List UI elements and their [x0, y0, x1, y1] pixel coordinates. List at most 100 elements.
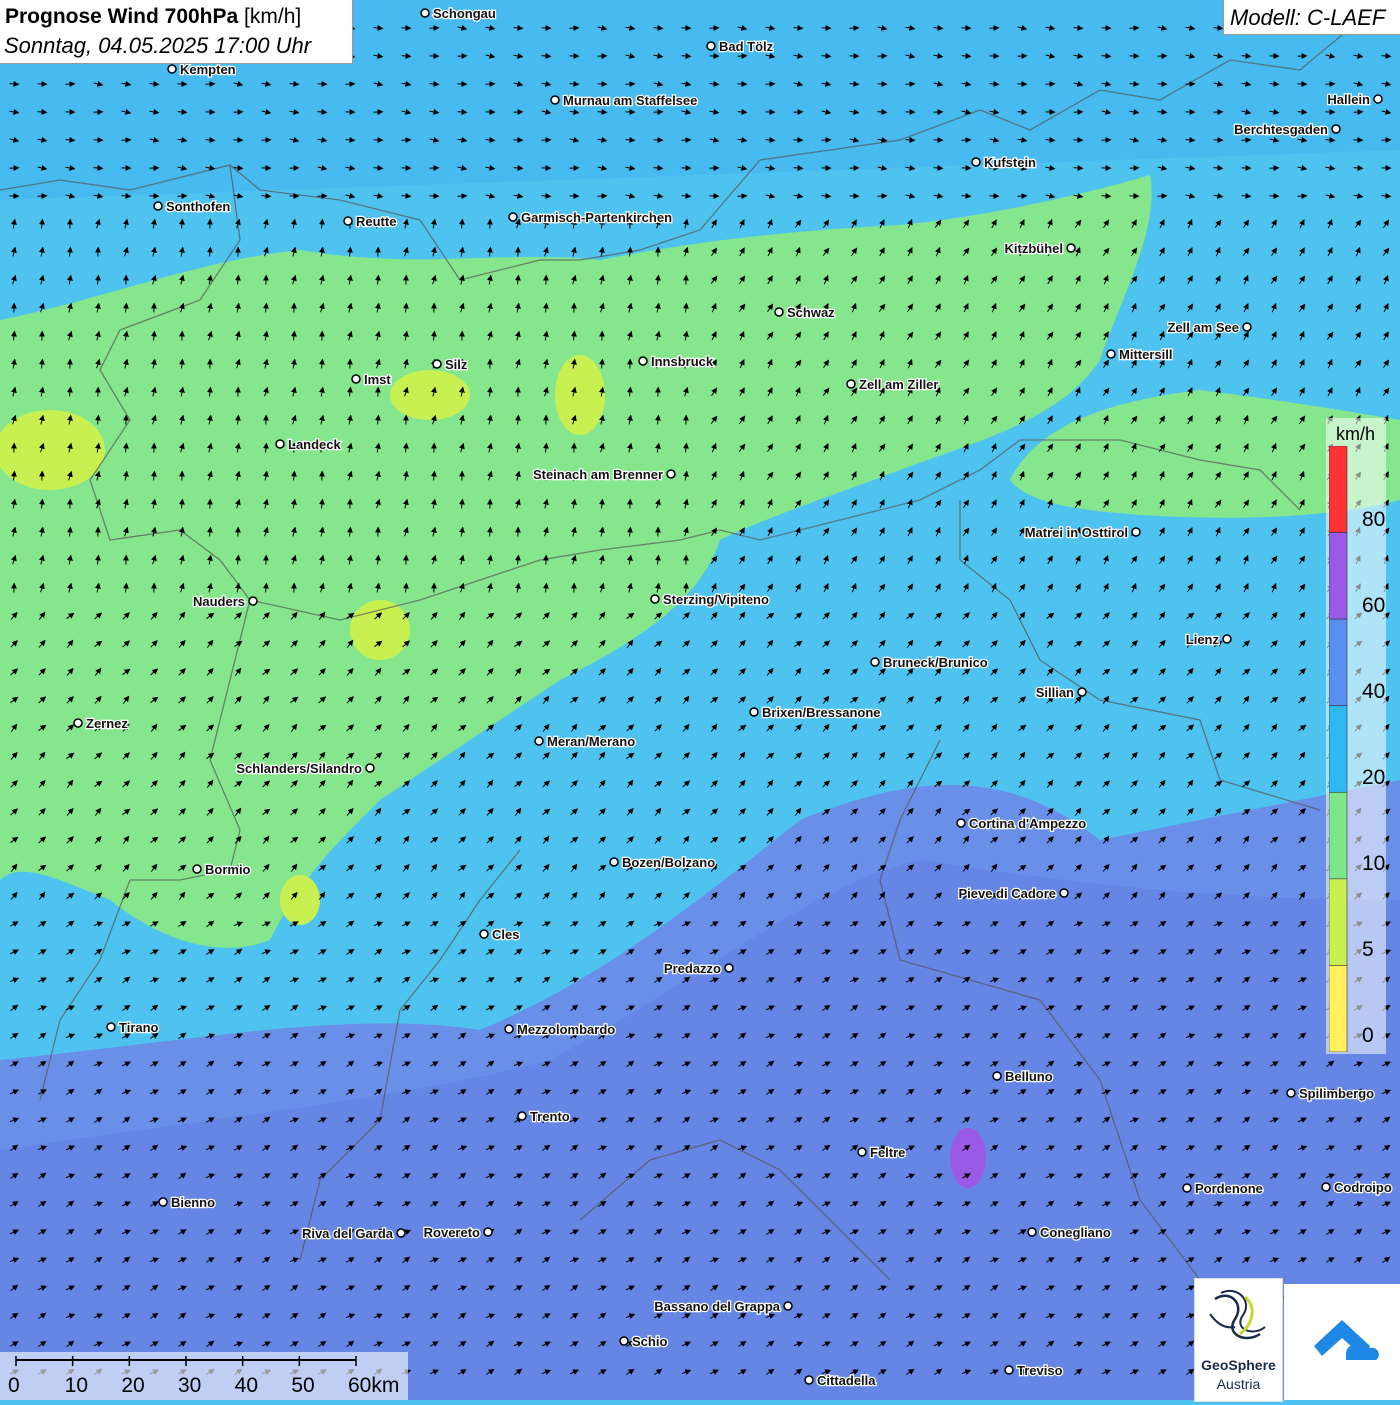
wind-field-5-10-b [390, 370, 470, 420]
city-label: Treviso [1017, 1363, 1063, 1378]
title-unit: [km/h] [244, 5, 301, 28]
city-dot [725, 964, 733, 972]
city-label: Pordenone [1195, 1181, 1263, 1196]
city-label: Silz [445, 357, 468, 372]
city-label: Imst [364, 372, 391, 387]
legend-tick-label: 10 [1362, 852, 1385, 876]
city-label: Schlanders/Silandro [236, 761, 362, 776]
city-label: Schio [632, 1334, 667, 1349]
city-dot [651, 595, 659, 603]
legend-tick-label: 60 [1362, 594, 1385, 618]
city-label: Mezzolombardo [517, 1022, 615, 1037]
city-label: Bruneck/Brunico [883, 655, 988, 670]
legend-color-step [1329, 879, 1347, 966]
city-dot [639, 357, 647, 365]
city-dot [1243, 323, 1251, 331]
legend-tick-label: 40 [1362, 680, 1385, 704]
forecast-datetime: Sonntag, 04.05.2025 17:00 Uhr [4, 33, 311, 59]
city-label: Codroipo [1334, 1180, 1392, 1195]
city-dot [168, 65, 176, 73]
city-dot [610, 858, 618, 866]
city-dot [397, 1229, 405, 1237]
city-label: Bassano del Grappa [654, 1299, 780, 1314]
city-label: Cittadella [817, 1373, 876, 1388]
scale-label: 10 [65, 1374, 88, 1398]
city-label: Nauders [193, 594, 245, 609]
city-label: Sonthofen [166, 199, 230, 214]
legend-color-step [1329, 446, 1347, 533]
city-label: Trento [530, 1109, 570, 1124]
scale-label: 30 [178, 1374, 201, 1398]
city-label: Landeck [288, 437, 342, 452]
geosphere-logo: GeoSphere Austria [1194, 1278, 1283, 1402]
city-label: Pieve di Cadore [958, 886, 1056, 901]
city-label: Cles [492, 927, 519, 942]
wind-field-5-10-d [0, 410, 105, 490]
legend-tick-label: 5 [1362, 938, 1374, 962]
city-dot [1005, 1366, 1013, 1374]
city-dot [667, 470, 675, 478]
city-label: Murnau am Staffelsee [563, 93, 697, 108]
city-dot [775, 308, 783, 316]
city-dot [972, 158, 980, 166]
scale-label: 50 [291, 1374, 314, 1398]
city-dot [535, 737, 543, 745]
city-label: Zell am See [1167, 320, 1239, 335]
city-dot [1078, 688, 1086, 696]
city-dot [957, 819, 965, 827]
city-dot [344, 217, 352, 225]
city-dot [249, 597, 257, 605]
city-label: Reutte [356, 214, 396, 229]
city-label: Meran/Merano [547, 734, 635, 749]
city-dot [784, 1302, 792, 1310]
city-dot [352, 375, 360, 383]
city-label: Zell am Ziller [859, 377, 938, 392]
brand-sub: Austria [1195, 1376, 1282, 1392]
city-label: Lienz [1186, 632, 1220, 647]
city-dot [193, 865, 201, 873]
city-label: Tirano [119, 1020, 159, 1035]
geosphere-emblem-icon [1195, 1279, 1282, 1355]
city-label: Schongau [433, 6, 496, 21]
city-dot [480, 930, 488, 938]
scale-bar-line [0, 1352, 408, 1376]
scale-label: 20 [121, 1374, 144, 1398]
city-label: Garmisch-Partenkirchen [521, 210, 672, 225]
city-dot [551, 96, 559, 104]
city-label: Riva del Garda [302, 1226, 394, 1241]
model-label: Modell: C-LAEF [1230, 5, 1385, 31]
city-label: Feltre [870, 1145, 905, 1160]
title-box: Prognose Wind 700hPa [km/h] Sonntag, 04.… [0, 0, 353, 64]
city-dot [1132, 528, 1140, 536]
city-dot [1332, 125, 1340, 133]
city-dot [276, 440, 284, 448]
legend-color-step [1329, 792, 1347, 879]
legend-color-step [1329, 965, 1347, 1052]
city-dot [1107, 350, 1115, 358]
city-label: Spilimbergo [1299, 1086, 1374, 1101]
city-dot [871, 658, 879, 666]
city-dot [505, 1025, 513, 1033]
city-label: Kufstein [984, 155, 1036, 170]
wind-field-5-10-a [555, 355, 605, 435]
map-title: Prognose Wind 700hPa [km/h] [5, 5, 301, 29]
legend-color-step [1329, 706, 1347, 793]
legend-tick-label: 20 [1362, 766, 1385, 790]
legend-color-step [1329, 619, 1347, 706]
wind-field-5-10-e [280, 875, 320, 925]
city-label: Conegliano [1040, 1225, 1111, 1240]
city-dot [366, 764, 374, 772]
city-label: Predazzo [664, 961, 721, 976]
wind-field-40-60 [950, 1128, 986, 1188]
city-dot [1287, 1089, 1295, 1097]
city-dot [858, 1148, 866, 1156]
brand-name: GeoSphere [1195, 1357, 1282, 1373]
city-dot [74, 719, 82, 727]
legend-colorbar [1329, 446, 1351, 1052]
city-dot [159, 1198, 167, 1206]
city-label: Sillian [1036, 685, 1074, 700]
city-label: Kempten [180, 62, 236, 77]
city-label: Schwaz [787, 305, 835, 320]
scale-label: 60km [348, 1374, 399, 1398]
city-label: Bozen/Bolzano [622, 855, 715, 870]
